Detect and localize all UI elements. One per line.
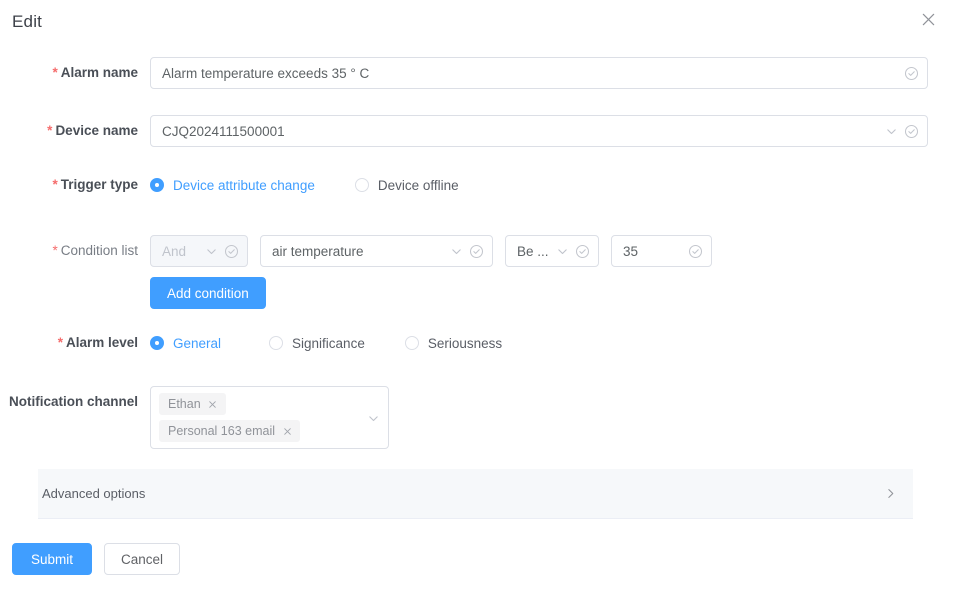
tag-label: Ethan <box>168 397 201 411</box>
radio-alarm-level-general[interactable]: General <box>150 336 221 351</box>
chevron-right-icon[interactable] <box>884 487 897 500</box>
label-condition-list: * Condition list <box>52 243 138 258</box>
add-condition-button[interactable]: Add condition <box>150 277 266 309</box>
tag-remove-icon[interactable] <box>281 425 293 437</box>
cancel-button[interactable]: Cancel <box>104 543 181 575</box>
field-row-notification-channel: Notification channel Ethan Personal 163 … <box>0 386 954 449</box>
dialog-footer: Submit Cancel <box>12 543 181 575</box>
required-asterisk: * <box>52 65 58 80</box>
condition-threshold-input[interactable]: 35 <box>611 235 712 267</box>
submit-button[interactable]: Submit <box>12 543 93 575</box>
radio-dot-icon <box>404 336 419 350</box>
radio-label: Device offline <box>377 177 459 193</box>
required-asterisk: * <box>47 123 53 138</box>
field-row-trigger-type: * Trigger type Device attribute change De… <box>0 169 954 201</box>
required-asterisk: * <box>52 177 58 192</box>
radio-alarm-level-significance[interactable]: Significance <box>269 336 365 351</box>
check-circle-icon <box>688 244 703 259</box>
radio-dot-icon <box>354 178 369 192</box>
alarm-name-value: Alarm temperature exceeds 35 ° C <box>162 65 370 81</box>
device-name-select[interactable]: CJQ2024111500001 <box>150 115 928 147</box>
condition-threshold-suffix <box>688 244 703 259</box>
condition-operator-suffix <box>556 244 590 259</box>
close-dialog-button[interactable] <box>916 7 940 31</box>
check-circle-icon <box>575 244 590 259</box>
condition-attribute-suffix <box>450 244 484 259</box>
radio-label: Device attribute change <box>173 177 315 193</box>
condition-threshold-value: 35 <box>623 243 639 259</box>
alarm-level-radio-group: General Significance Seriousness <box>150 327 954 359</box>
required-asterisk: * <box>57 335 63 350</box>
notification-channel-select[interactable]: Ethan Personal 163 email <box>150 386 389 449</box>
tag-label: Personal 163 email <box>168 424 276 438</box>
field-row-condition-list: * Condition list And air temperature Be … <box>0 235 954 309</box>
check-circle-icon <box>224 244 239 259</box>
field-row-alarm-name: * Alarm name Alarm temperature exceeds 35… <box>0 57 954 89</box>
chevron-down-icon <box>205 245 218 258</box>
label-trigger-type: * Trigger type <box>52 177 138 192</box>
check-circle-icon <box>469 244 484 259</box>
advanced-options-title: Advanced options <box>42 486 146 501</box>
trigger-type-radio-group: Device attribute change Device offline <box>150 169 954 201</box>
tag-remove-icon[interactable] <box>207 398 219 410</box>
advanced-options-panel[interactable]: Advanced options <box>38 469 913 519</box>
label-notification-channel: Notification channel <box>8 394 138 409</box>
radio-label: Significance <box>292 335 365 351</box>
field-row-device-name: * Device name CJQ2024111500001 <box>0 115 954 147</box>
chevron-down-icon[interactable] <box>885 125 898 138</box>
alarm-name-suffix <box>904 66 919 81</box>
check-circle-icon <box>904 124 919 139</box>
label-device-name: * Device name <box>47 123 138 138</box>
condition-attribute-select[interactable]: air temperature <box>260 235 493 267</box>
chevron-down-icon <box>450 245 463 258</box>
tag-item: Personal 163 email <box>159 420 301 442</box>
close-icon <box>921 12 936 27</box>
condition-attribute-value: air temperature <box>272 243 364 259</box>
condition-logic-select[interactable]: And <box>150 235 248 267</box>
field-row-alarm-level: * Alarm level General Significance Seriou… <box>0 327 954 359</box>
device-name-value: CJQ2024111500001 <box>162 123 285 139</box>
radio-dot-icon <box>150 336 164 350</box>
radio-device-offline[interactable]: Device offline <box>354 177 459 193</box>
tag-item: Ethan <box>159 393 226 415</box>
radio-dot-icon <box>269 336 284 350</box>
radio-dot-icon <box>150 178 164 192</box>
condition-logic-suffix <box>205 244 239 259</box>
check-circle-icon <box>904 66 919 81</box>
condition-row: And air temperature Be ... 35 <box>150 235 954 267</box>
label-alarm-level: * Alarm level <box>57 335 138 350</box>
alarm-name-input[interactable]: Alarm temperature exceeds 35 ° C <box>150 57 928 89</box>
radio-label: General <box>173 335 222 351</box>
condition-operator-select[interactable]: Be ... <box>505 235 599 267</box>
radio-label: Seriousness <box>427 335 503 351</box>
radio-alarm-level-seriousness[interactable]: Seriousness <box>404 335 503 351</box>
dialog-title: Edit <box>12 12 43 31</box>
chevron-down-icon <box>556 245 569 258</box>
condition-logic-value: And <box>162 243 187 259</box>
required-asterisk: * <box>52 243 58 258</box>
device-name-suffix <box>885 124 919 139</box>
label-alarm-name: * Alarm name <box>52 65 138 80</box>
chevron-down-icon[interactable] <box>367 412 380 425</box>
radio-device-attribute-change[interactable]: Device attribute change <box>150 178 315 193</box>
condition-operator-value: Be ... <box>517 243 549 259</box>
